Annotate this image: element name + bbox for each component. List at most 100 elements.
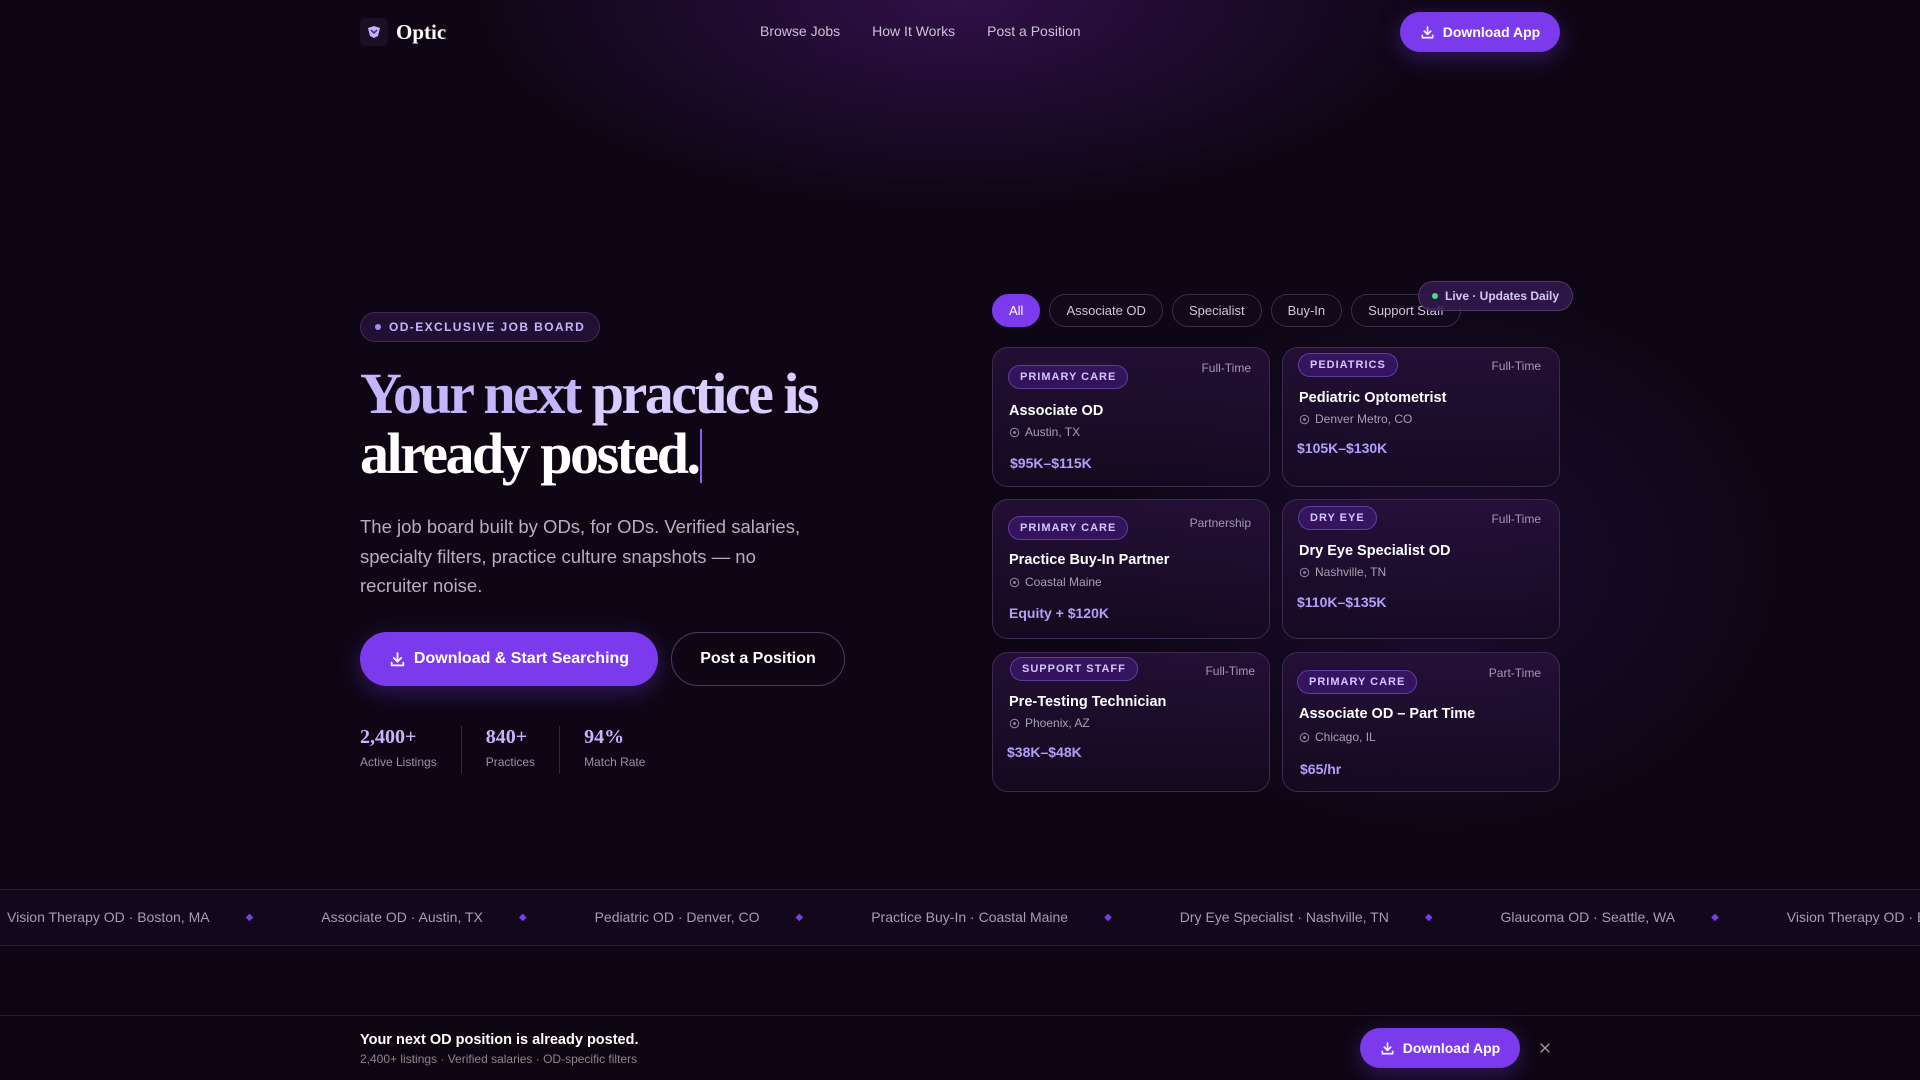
stat-value: 840+	[485, 726, 528, 748]
logo-mark-icon	[360, 18, 388, 46]
headline-part-2: practice is	[579, 361, 820, 426]
diamond-separator-icon: ◆	[245, 911, 254, 923]
job-card-pay: $105K–$130K	[1297, 440, 1388, 456]
job-card[interactable]: PRIMARY CARE Full-Time Associate OD Aust…	[992, 347, 1270, 487]
job-card-location: Denver Metro, CO	[1299, 412, 1412, 426]
job-card-title: Practice Buy-In Partner	[1009, 552, 1170, 568]
job-card-title: Associate OD	[1009, 403, 1104, 419]
hero-headline: Your next practice is already posted.	[360, 361, 820, 486]
job-card-location: Austin, TX	[1009, 425, 1080, 439]
logo[interactable]: Optic	[360, 18, 446, 46]
job-card[interactable]: PRIMARY CARE Part-Time Associate OD – Pa…	[1282, 652, 1560, 792]
job-card[interactable]: SUPPORT STAFF Full-Time Pre-Testing Tech…	[992, 652, 1270, 792]
diamond-separator-icon: ◆	[1104, 911, 1112, 923]
filter-chips: All Associate OD Specialist Buy-In Suppo…	[992, 294, 1461, 327]
ticker-item[interactable]: Glaucoma OD · Seattle, WA	[1501, 909, 1676, 925]
stat-label: Match Rate	[584, 755, 646, 769]
job-card-title: Pre-Testing Technician	[1009, 694, 1167, 710]
diamond-separator-icon: ◆	[795, 911, 804, 923]
post-position-button[interactable]: Post a Position	[671, 632, 845, 686]
job-card-pay: $95K–$115K	[1010, 455, 1092, 471]
sticky-download-app-button[interactable]: Download App	[1360, 1028, 1520, 1068]
job-card-type: Full-Time	[1205, 664, 1255, 678]
hero-badge: OD-EXCLUSIVE JOB BOARD	[360, 312, 601, 342]
job-card-pay: $38K–$48K	[1007, 744, 1082, 760]
stat-practices: 840+ Practices	[460, 726, 559, 774]
nav-download-app-button[interactable]: Download App	[1400, 12, 1560, 52]
job-card-tag: PEDIATRICS	[1298, 353, 1398, 377]
download-icon	[1421, 25, 1434, 38]
job-card-location-text: Denver Metro, CO	[1315, 412, 1413, 426]
headline-part-1: Your next	[360, 361, 582, 426]
nav-link-post-position[interactable]: Post a Position	[987, 23, 1080, 39]
jobs-ticker: Vision Therapy OD · Boston, MA ◆ Associat…	[0, 889, 1920, 946]
filter-chip-buy-in[interactable]: Buy-In	[1270, 294, 1343, 327]
job-card[interactable]: PRIMARY CARE Partnership Practice Buy-In…	[992, 499, 1270, 639]
location-pin-icon	[1009, 577, 1020, 587]
download-start-searching-label: Download & Start Searching	[413, 650, 630, 667]
job-card-location-text: Chicago, IL	[1315, 730, 1376, 744]
diamond-separator-icon: ◆	[1424, 911, 1433, 923]
filter-chip-specialist[interactable]: Specialist	[1171, 294, 1262, 327]
hero-stats: 2,400+ Active Listings 840+ Practices 94…	[360, 726, 669, 774]
stat-active-listings: 2,400+ Active Listings	[360, 726, 461, 774]
job-card[interactable]: DRY EYE Full-Time Dry Eye Specialist OD …	[1282, 499, 1560, 639]
live-dot-icon	[1432, 293, 1438, 299]
job-card-location: Coastal Maine	[1009, 575, 1102, 589]
location-pin-icon	[1299, 567, 1310, 577]
stat-value: 94%	[584, 726, 625, 748]
location-pin-icon	[1299, 732, 1310, 742]
download-start-searching-button[interactable]: Download & Start Searching	[360, 632, 658, 686]
job-card-type: Full-Time	[1201, 361, 1251, 375]
sticky-download-bar: Your next OD position is already posted.…	[0, 1015, 1920, 1080]
job-card-pay: $110K–$135K	[1297, 594, 1387, 610]
logo-text: Optic	[396, 19, 447, 44]
ticker-item[interactable]: Vision Therapy OD · Boston, MA	[7, 909, 210, 925]
stat-label: Active Listings	[360, 755, 437, 769]
location-pin-icon	[1009, 718, 1020, 728]
job-card[interactable]: PEDIATRICS Full-Time Pediatric Optometri…	[1282, 347, 1560, 487]
job-card-title: Dry Eye Specialist OD	[1299, 543, 1451, 559]
job-card-location-text: Coastal Maine	[1025, 575, 1102, 589]
job-card-location-text: Austin, TX	[1025, 425, 1081, 439]
filter-chip-all[interactable]: All	[992, 294, 1041, 327]
stat-label: Practices	[485, 755, 536, 769]
ticker-item[interactable]: Vision Therapy OD · Boston, MA	[1787, 909, 1920, 925]
hero-badge-label: OD-EXCLUSIVE JOB BOARD	[389, 320, 586, 334]
job-card-location-text: Phoenix, AZ	[1025, 716, 1090, 730]
filter-chip-associate-od[interactable]: Associate OD	[1049, 294, 1163, 327]
diamond-separator-icon: ◆	[1711, 911, 1719, 923]
job-card-tag: PRIMARY CARE	[1008, 365, 1129, 389]
badge-dot-icon	[375, 324, 381, 330]
live-updates-badge: Live · Updates Daily	[1418, 281, 1574, 311]
job-card-type: Full-Time	[1491, 359, 1541, 373]
sticky-download-app-label: Download App	[1402, 1040, 1501, 1056]
job-card-location: Chicago, IL	[1299, 730, 1376, 744]
diamond-separator-icon: ◆	[518, 911, 527, 923]
job-card-location: Nashville, TN	[1299, 565, 1386, 579]
ticker-item[interactable]: Pediatric OD · Denver, CO	[595, 909, 760, 925]
ticker-item[interactable]: Dry Eye Specialist · Nashville, TN	[1180, 909, 1389, 925]
live-updates-label: Live · Updates Daily	[1445, 289, 1560, 303]
ticker-item[interactable]: Practice Buy-In · Coastal Maine	[871, 909, 1068, 925]
job-card-location: Phoenix, AZ	[1009, 716, 1090, 730]
typing-caret	[700, 429, 703, 483]
stat-value: 2,400+	[360, 726, 417, 748]
job-card-title: Associate OD – Part Time	[1299, 706, 1476, 722]
stat-match-rate: 94% Match Rate	[559, 726, 669, 774]
download-icon	[390, 651, 405, 666]
ticker-item[interactable]: Associate OD · Austin, TX	[321, 909, 483, 925]
nav-link-how-it-works[interactable]: How It Works	[872, 23, 955, 39]
ticker-track: Vision Therapy OD · Boston, MA ◆ Associat…	[7, 909, 1920, 925]
hero-subcopy: The job board built by ODs, for ODs. Ver…	[360, 516, 801, 596]
job-card-type: Full-Time	[1491, 512, 1541, 526]
job-card-tag: DRY EYE	[1298, 506, 1377, 530]
job-card-type: Partnership	[1189, 516, 1251, 530]
top-nav: Optic Browse Jobs How It Works Post a Po…	[0, 0, 1920, 64]
nav-link-browse-jobs[interactable]: Browse Jobs	[760, 23, 840, 39]
sticky-bar-subtitle: 2,400+ listings · Verified salaries · OD…	[360, 1052, 638, 1066]
headline-part-3: already posted.	[360, 421, 701, 486]
close-icon[interactable]	[1537, 1040, 1553, 1056]
job-card-title: Pediatric Optometrist	[1299, 390, 1447, 406]
nav-links: Browse Jobs How It Works Post a Position	[760, 23, 1081, 39]
